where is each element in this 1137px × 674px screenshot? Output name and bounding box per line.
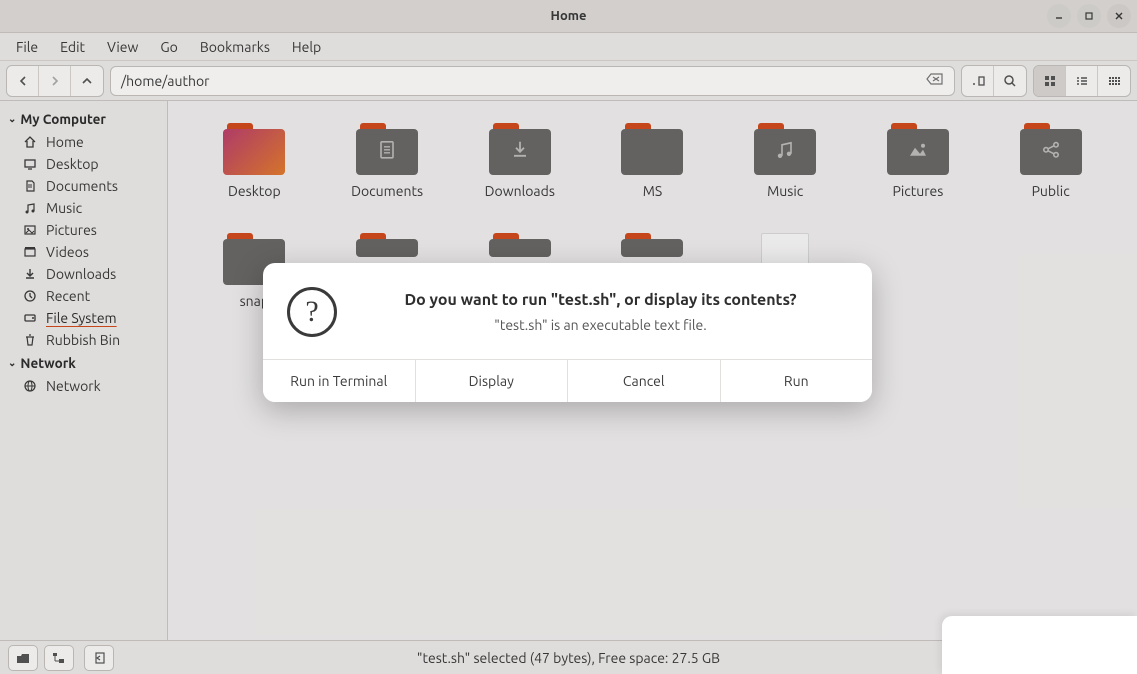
folder-icon: [489, 233, 551, 257]
run-button[interactable]: Run: [721, 360, 873, 402]
folder-icon: [754, 123, 816, 175]
executable-dialog: ? Do you want to run "test.sh", or displ…: [263, 263, 872, 402]
notification-corner: [942, 616, 1137, 674]
icon-view-button[interactable]: [1034, 66, 1066, 96]
folder-icon: [621, 123, 683, 175]
search-button[interactable]: [994, 66, 1026, 96]
dialog-title: Do you want to run "test.sh", or display…: [357, 291, 844, 309]
net-icon: [22, 379, 38, 393]
minimize-button[interactable]: [1047, 4, 1071, 28]
display-button[interactable]: Display: [416, 360, 569, 402]
file-item-music[interactable]: Music: [729, 123, 842, 199]
vid-icon: [22, 245, 38, 259]
sidebar-item-home[interactable]: Home: [0, 131, 167, 153]
nav-forward-button[interactable]: [39, 66, 71, 96]
run-in-terminal-button[interactable]: Run in Terminal: [263, 360, 416, 402]
file-item-documents[interactable]: Documents: [331, 123, 444, 199]
file-item-desktop[interactable]: Desktop: [198, 123, 311, 199]
menu-bookmarks[interactable]: Bookmarks: [190, 35, 280, 59]
file-label: Documents: [351, 183, 423, 199]
sidebar-item-network[interactable]: Network: [0, 375, 167, 397]
file-label: MS: [643, 183, 663, 199]
menu-file[interactable]: File: [6, 35, 48, 59]
file-item-downloads[interactable]: Downloads: [463, 123, 576, 199]
path-clear-icon[interactable]: [926, 72, 944, 89]
question-icon: ?: [287, 287, 337, 337]
doc-icon: [22, 179, 38, 193]
menu-edit[interactable]: Edit: [50, 35, 95, 59]
sidebar-item-music[interactable]: Music: [0, 197, 167, 219]
sidebar-item-downloads[interactable]: Downloads: [0, 263, 167, 285]
sidebar-heading[interactable]: ⌄Network: [0, 351, 167, 375]
toggle-location-button[interactable]: [962, 66, 994, 96]
sidebar-item-file-system[interactable]: File System: [0, 307, 167, 329]
music-icon: [22, 201, 38, 215]
window-controls: [1047, 4, 1131, 28]
close-button[interactable]: [1107, 4, 1131, 28]
file-label: Pictures: [892, 183, 943, 199]
menu-go[interactable]: Go: [150, 35, 187, 59]
window-title: Home: [551, 9, 587, 23]
cancel-button[interactable]: Cancel: [568, 360, 721, 402]
nav-back-button[interactable]: [7, 66, 39, 96]
status-text: "test.sh" selected (47 bytes), Free spac…: [417, 650, 720, 666]
file-label: Downloads: [485, 183, 555, 199]
home-icon: [22, 135, 38, 149]
sidebar-item-videos[interactable]: Videos: [0, 241, 167, 263]
sidebar-item-desktop[interactable]: Desktop: [0, 153, 167, 175]
file-label: Desktop: [228, 183, 281, 199]
maximize-button[interactable]: [1077, 4, 1101, 28]
show-places-button[interactable]: [8, 645, 38, 671]
sidebar-item-recent[interactable]: Recent: [0, 285, 167, 307]
sidebar-item-documents[interactable]: Documents: [0, 175, 167, 197]
nav-up-button[interactable]: [71, 66, 103, 96]
toolbar: /home/author: [0, 61, 1137, 101]
pic-icon: [22, 223, 38, 237]
titlebar: Home: [0, 0, 1137, 33]
menubar: File Edit View Go Bookmarks Help: [0, 33, 1137, 61]
sidebar: ⌄My ComputerHomeDesktopDocumentsMusicPic…: [0, 101, 168, 640]
fs-icon: [22, 311, 38, 325]
close-sidebar-button[interactable]: [84, 645, 114, 671]
folder-icon: [887, 123, 949, 175]
folder-icon: [356, 233, 418, 257]
path-text: /home/author: [121, 73, 209, 89]
file-item-public[interactable]: Public: [994, 123, 1107, 199]
desktop-icon: [22, 157, 38, 171]
show-treeview-button[interactable]: [44, 645, 74, 671]
file-label: Public: [1032, 183, 1070, 199]
sidebar-item-pictures[interactable]: Pictures: [0, 219, 167, 241]
file-label: Music: [767, 183, 803, 199]
list-view-button[interactable]: [1066, 66, 1098, 96]
compact-view-button[interactable]: [1098, 66, 1130, 96]
down-icon: [22, 267, 38, 281]
folder-icon: [356, 123, 418, 175]
folder-icon: [1020, 123, 1082, 175]
sidebar-item-rubbish-bin[interactable]: Rubbish Bin: [0, 329, 167, 351]
dialog-subtitle: "test.sh" is an executable text file.: [357, 317, 844, 333]
file-item-ms[interactable]: MS: [596, 123, 709, 199]
trash-icon: [22, 333, 38, 347]
folder-icon: [621, 233, 683, 257]
sidebar-heading[interactable]: ⌄My Computer: [0, 107, 167, 131]
folder-icon: [223, 123, 285, 175]
folder-icon: [489, 123, 551, 175]
recent-icon: [22, 289, 38, 303]
path-input[interactable]: /home/author: [110, 66, 955, 96]
menu-view[interactable]: View: [97, 35, 148, 59]
menu-help[interactable]: Help: [282, 35, 331, 59]
file-item-pictures[interactable]: Pictures: [862, 123, 975, 199]
